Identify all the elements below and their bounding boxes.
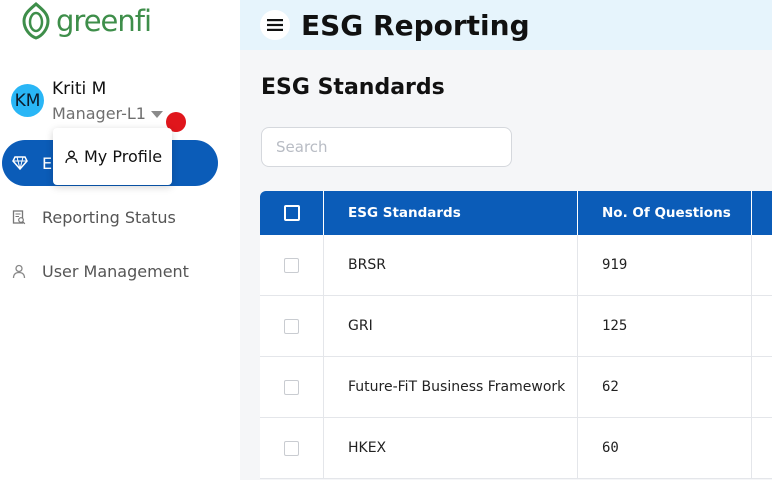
row-checkbox-cell (260, 235, 324, 295)
top-bar: ESG Reporting (240, 0, 772, 50)
overflow-cell (752, 418, 772, 478)
header-checkbox-cell (260, 191, 324, 235)
overflow-cell (752, 235, 772, 295)
hamburger-icon (267, 19, 283, 31)
standard-name-cell: GRI (324, 296, 578, 356)
hamburger-menu-button[interactable] (260, 10, 290, 40)
question-count-cell: 62 (578, 357, 752, 417)
logo-text: greenfi (56, 4, 152, 38)
question-count-cell: 125 (578, 296, 752, 356)
chevron-down-icon[interactable] (151, 111, 163, 118)
overflow-cell (752, 357, 772, 417)
row-checkbox[interactable] (284, 257, 299, 273)
column-header-no-of-questions[interactable]: No. Of Questions (578, 191, 752, 235)
page-title: ESG Standards (261, 75, 445, 100)
table-row[interactable]: HKEX 60 (260, 418, 772, 479)
diamond-icon (12, 156, 28, 170)
sidebar-item-label: E (42, 153, 53, 173)
avatar[interactable]: KM (11, 84, 44, 117)
question-count-cell: 60 (578, 418, 752, 478)
question-count-cell: 919 (578, 235, 752, 295)
row-checkbox-cell (260, 418, 324, 478)
column-header-overflow (752, 191, 772, 235)
my-profile-menu-item[interactable]: My Profile (84, 147, 162, 166)
sidebar: greenfi KM Kriti M Manager-L1 E Reportin… (0, 0, 240, 480)
column-header-esg-standards[interactable]: ESG Standards (324, 191, 578, 235)
user-icon (65, 150, 78, 163)
overflow-cell (752, 296, 772, 356)
user-role: Manager-L1 (52, 104, 146, 123)
user-icon (12, 264, 26, 278)
user-name: Kriti M (52, 79, 107, 99)
sidebar-item-user-management[interactable]: User Management (12, 257, 189, 285)
row-checkbox[interactable] (284, 440, 299, 456)
row-checkbox-cell (260, 357, 324, 417)
logo-mark-icon (22, 2, 50, 40)
user-profile[interactable]: KM Kriti M Manager-L1 (11, 78, 211, 132)
profile-dropdown-menu[interactable]: My Profile (53, 128, 172, 185)
table-row[interactable]: GRI 125 (260, 296, 772, 357)
sidebar-item-reporting-status[interactable]: Reporting Status (12, 203, 176, 231)
greenfi-logo[interactable]: greenfi (20, 1, 152, 41)
select-all-checkbox[interactable] (283, 205, 300, 221)
app-title: ESG Reporting (301, 8, 530, 42)
row-checkbox[interactable] (284, 379, 299, 395)
standard-name-cell: BRSR (324, 235, 578, 295)
main-content: ESG Standards ESG Standards No. Of Quest… (240, 50, 772, 480)
standard-name-cell: HKEX (324, 418, 578, 478)
report-search-icon (12, 209, 26, 224)
search-input[interactable] (261, 127, 512, 167)
table-row[interactable]: BRSR 919 (260, 235, 772, 296)
sidebar-item-label: Reporting Status (42, 207, 176, 227)
row-checkbox[interactable] (284, 318, 299, 334)
standard-name-cell: Future-FiT Business Framework (324, 357, 578, 417)
esg-standards-table: ESG Standards No. Of Questions BRSR 919 … (260, 191, 772, 479)
sidebar-item-label: User Management (42, 261, 189, 281)
table-row[interactable]: Future-FiT Business Framework 62 (260, 357, 772, 418)
row-checkbox-cell (260, 296, 324, 356)
table-header: ESG Standards No. Of Questions (260, 191, 772, 235)
